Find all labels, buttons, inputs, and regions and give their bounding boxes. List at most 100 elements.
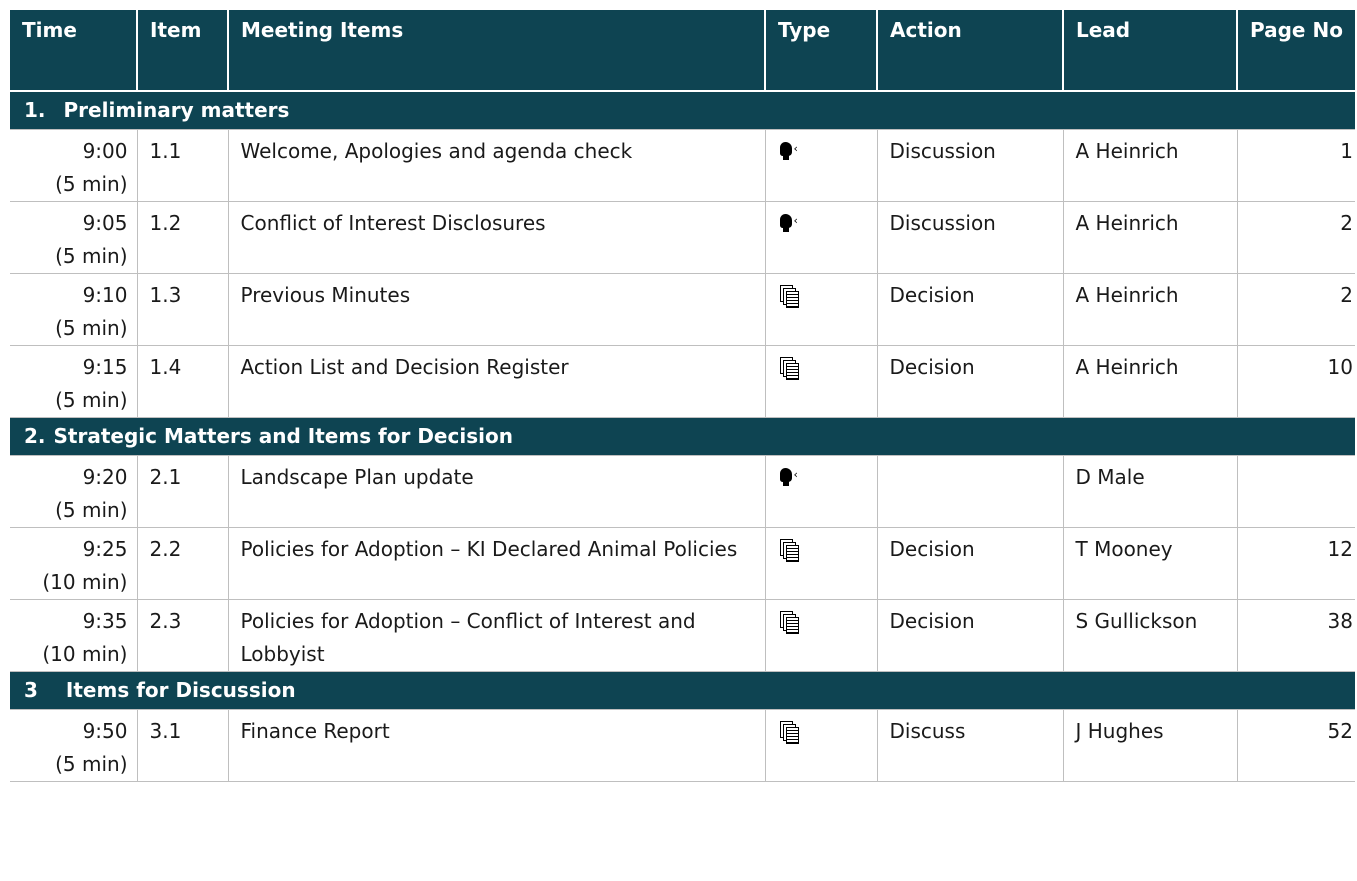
page-number: 52: [1236, 708, 1355, 782]
item-number: 1.1: [136, 128, 229, 202]
agenda-row: 9:35 (10 min) 2.3 Policies for Adoption – C…: [10, 598, 1355, 672]
speaking-head-icon: ‹: [779, 141, 806, 163]
time-cell: 9:15 (5 min): [10, 344, 138, 418]
time-cell: 9:25 (10 min): [10, 526, 138, 600]
page-number: 1: [1236, 128, 1355, 202]
header-meeting-items: Meeting Items: [227, 10, 766, 92]
meeting-item: Landscape Plan update: [227, 454, 766, 528]
documents-icon: [779, 357, 800, 380]
type-cell: [764, 272, 878, 346]
action-cell: Discussion: [876, 200, 1064, 274]
item-number: 2.2: [136, 526, 229, 600]
section-header: 1. Preliminary matters: [10, 91, 1355, 129]
header-type: Type: [764, 10, 878, 92]
lead-cell: A Heinrich: [1062, 128, 1238, 202]
item-number: 2.3: [136, 598, 229, 672]
lead-cell: T Mooney: [1062, 526, 1238, 600]
section-title: Items for Discussion: [65, 678, 296, 702]
type-cell: ‹: [764, 454, 878, 528]
action-cell: Decision: [876, 272, 1064, 346]
section-number: 2.: [24, 424, 46, 448]
header-page-no: Page No: [1236, 10, 1355, 92]
start-time: 9:00: [82, 138, 128, 163]
meeting-item: Conflict of Interest Disclosures: [227, 200, 766, 274]
time-cell: 9:50 (5 min): [10, 708, 138, 782]
duration: (10 min): [42, 569, 128, 594]
start-time: 9:15: [82, 354, 128, 379]
lead-cell: A Heinrich: [1062, 200, 1238, 274]
page-number: 2: [1236, 200, 1355, 274]
section-number: 3: [24, 678, 38, 702]
lead-cell: S Gullickson: [1062, 598, 1238, 672]
type-cell: [764, 708, 878, 782]
meeting-item: Finance Report: [227, 708, 766, 782]
page-number: 12: [1236, 526, 1355, 600]
action-cell: Decision: [876, 526, 1064, 600]
action-cell: Decision: [876, 598, 1064, 672]
action-cell: Discuss: [876, 708, 1064, 782]
documents-icon: [779, 285, 800, 308]
section-header-row: 2. Strategic Matters and Items for Decisi…: [10, 417, 1355, 455]
duration: (5 min): [55, 497, 128, 522]
documents-icon: [779, 539, 800, 562]
item-number: 3.1: [136, 708, 229, 782]
action-cell: [876, 454, 1064, 528]
speaking-head-icon: ‹: [779, 213, 806, 235]
duration: (5 min): [55, 387, 128, 412]
page-number: [1236, 454, 1355, 528]
meeting-item: Policies for Adoption – KI Declared Anim…: [227, 526, 766, 600]
agenda-row: 9:15 (5 min) 1.4 Action List and Decision R…: [10, 344, 1355, 418]
lead-cell: D Male: [1062, 454, 1238, 528]
section-header: 2. Strategic Matters and Items for Decisi…: [10, 417, 1355, 455]
start-time: 9:50: [82, 718, 128, 743]
type-cell: [764, 344, 878, 418]
time-cell: 9:10 (5 min): [10, 272, 138, 346]
section-title: Preliminary matters: [63, 98, 290, 123]
section-header: 3 Items for Discussion: [10, 671, 1355, 709]
header-action: Action: [876, 10, 1064, 92]
page-number: 10: [1236, 344, 1355, 418]
lead-cell: J Hughes: [1062, 708, 1238, 782]
documents-icon: [779, 611, 800, 634]
start-time: 9:10: [82, 282, 128, 307]
time-cell: 9:05 (5 min): [10, 200, 138, 274]
section-title: Strategic Matters and Items for Decision: [53, 424, 513, 448]
page-number: 2: [1236, 272, 1355, 346]
time-cell: 9:35 (10 min): [10, 598, 138, 672]
start-time: 9:25: [82, 536, 128, 561]
action-cell: Discussion: [876, 128, 1064, 202]
meeting-item: Policies for Adoption – Conflict of Inte…: [227, 598, 766, 672]
duration: (10 min): [42, 641, 128, 666]
item-number: 1.3: [136, 272, 229, 346]
agenda-row: 9:50 (5 min) 3.1 Finance Report Discuss J Hug…: [10, 708, 1355, 782]
type-cell: ‹: [764, 200, 878, 274]
start-time: 9:20: [82, 464, 128, 489]
type-cell: [764, 598, 878, 672]
header-lead: Lead: [1062, 10, 1238, 92]
speaking-head-icon: ‹: [779, 467, 806, 489]
start-time: 9:05: [82, 210, 128, 235]
item-number: 1.4: [136, 344, 229, 418]
meeting-item: Welcome, Apologies and agenda check: [227, 128, 766, 202]
agenda-row: 9:25 (10 min) 2.2 Policies for Adoption – K…: [10, 526, 1355, 600]
item-number: 1.2: [136, 200, 229, 274]
meeting-item: Action List and Decision Register: [227, 344, 766, 418]
header-row: Time Item Meeting Items Type Action Lead…: [10, 10, 1355, 92]
section-number: 1.: [24, 98, 46, 123]
lead-cell: A Heinrich: [1062, 344, 1238, 418]
header-item: Item: [136, 10, 229, 92]
time-cell: 9:20 (5 min): [10, 454, 138, 528]
header-time: Time: [10, 10, 138, 92]
duration: (5 min): [55, 751, 128, 776]
time-cell: 9:00 (5 min): [10, 128, 138, 202]
agenda-row: 9:10 (5 min) 1.3 Previous Minutes Decision A …: [10, 272, 1355, 346]
start-time: 9:35: [82, 608, 128, 633]
documents-icon: [779, 721, 800, 744]
action-cell: Decision: [876, 344, 1064, 418]
item-number: 2.1: [136, 454, 229, 528]
agenda-table: Time Item Meeting Items Type Action Lead…: [10, 10, 1355, 782]
agenda-row: 9:20 (5 min) 2.1 Landscape Plan update ‹ D Ma…: [10, 454, 1355, 528]
agenda-row: 9:05 (5 min) 1.2 Conflict of Interest Discl…: [10, 200, 1355, 274]
page-number: 38: [1236, 598, 1355, 672]
lead-cell: A Heinrich: [1062, 272, 1238, 346]
